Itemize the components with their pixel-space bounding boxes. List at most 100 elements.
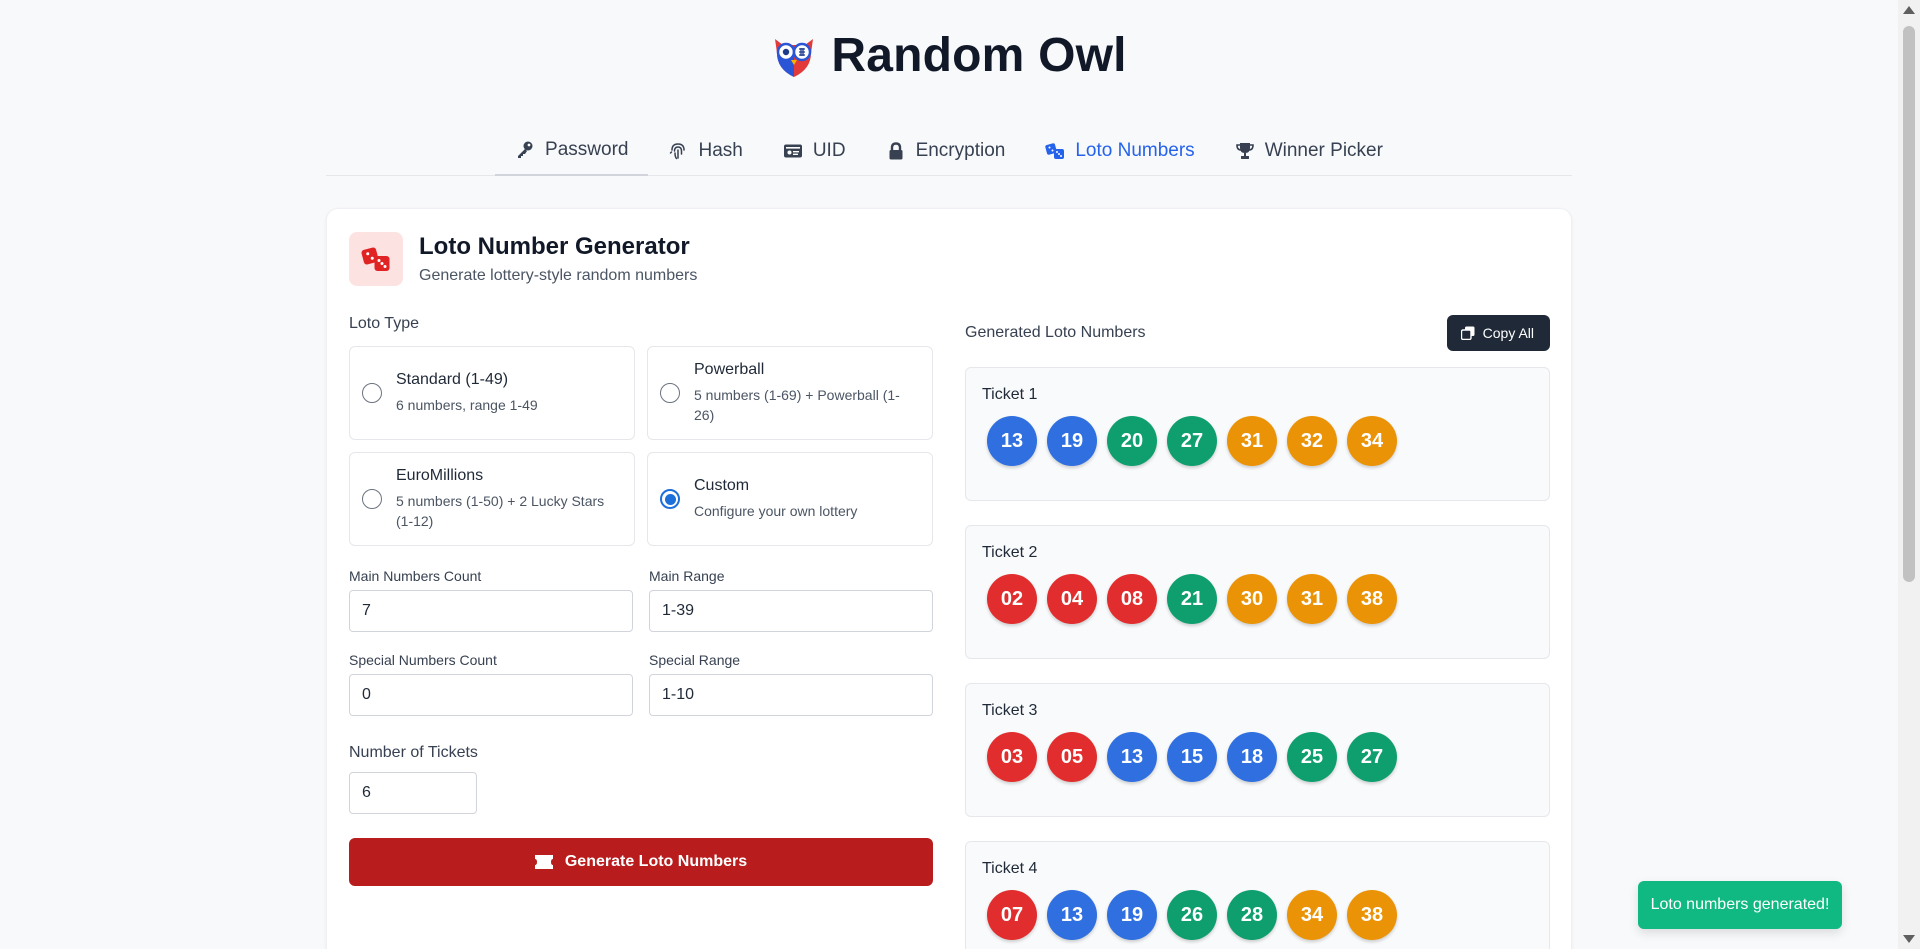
- type-name: Custom: [694, 477, 750, 494]
- number-ball: 18: [1227, 732, 1277, 782]
- ticket-title: Ticket 3: [982, 702, 1038, 719]
- number-ball: 07: [987, 890, 1037, 940]
- radio-standard[interactable]: [362, 383, 382, 403]
- radio-powerball[interactable]: [660, 383, 680, 403]
- tab-label: Hash: [698, 140, 743, 161]
- type-desc: 5 numbers (1-69) + Powerball (1-26): [694, 387, 900, 423]
- generate-button[interactable]: Generate Loto Numbers: [349, 838, 933, 886]
- success-toast: Loto numbers generated!: [1638, 881, 1842, 929]
- loto-type-standard[interactable]: Standard (1-49) 6 numbers, range 1-49: [349, 346, 635, 440]
- ticket-title: Ticket 4: [982, 860, 1038, 877]
- tickets-input[interactable]: [349, 772, 477, 814]
- tab-winner-picker[interactable]: Winner Picker: [1215, 126, 1403, 176]
- ticket-balls: 03 05 13 15 18 25 27: [982, 732, 1533, 782]
- scroll-thumb[interactable]: [1903, 26, 1915, 582]
- lock-icon: [889, 142, 903, 160]
- number-ball: 02: [987, 574, 1037, 624]
- number-ball: 19: [1107, 890, 1157, 940]
- number-ball: 27: [1347, 732, 1397, 782]
- number-ball: 34: [1287, 890, 1337, 940]
- ticket-balls: 13 19 20 27 31 32 34: [982, 416, 1533, 466]
- tab-uid[interactable]: UID: [763, 126, 866, 176]
- number-ball: 31: [1227, 416, 1277, 466]
- number-ball: 08: [1107, 574, 1157, 624]
- type-desc: Configure your own lottery: [694, 503, 858, 519]
- app-title: Random Owl: [831, 29, 1127, 82]
- radio-euromillions[interactable]: [362, 489, 382, 509]
- generate-label: Generate Loto Numbers: [564, 853, 748, 870]
- main-nav: Password Hash UID Encryption Loto Number…: [326, 126, 1572, 176]
- ticket-balls: 02 04 08 21 30 31 38: [982, 574, 1533, 624]
- id-card-icon: [783, 144, 802, 158]
- page-scrollbar[interactable]: [1898, 0, 1920, 949]
- tab-loto-numbers[interactable]: Loto Numbers: [1025, 126, 1214, 176]
- tab-label: Loto Numbers: [1075, 140, 1195, 161]
- scroll-up-icon[interactable]: [1903, 6, 1915, 14]
- tab-label: Winner Picker: [1264, 140, 1383, 161]
- tickets-list: Ticket 1 13 19 20 27 31 32 34 Ticket 2 02 04 08 21 30…: [965, 367, 1550, 949]
- number-ball: 13: [987, 416, 1037, 466]
- ticket-card: Ticket 2 02 04 08 21 30 31 38: [965, 525, 1550, 659]
- number-ball: 27: [1167, 416, 1217, 466]
- main-count-label: Main Numbers Count: [349, 568, 482, 584]
- type-desc: 5 numbers (1-50) + 2 Lucky Stars (1-12): [396, 493, 605, 529]
- app-header: Random Owl: [0, 28, 1898, 84]
- tab-label: UID: [812, 140, 846, 161]
- number-ball: 31: [1287, 574, 1337, 624]
- copy-all-button[interactable]: Copy All: [1446, 315, 1550, 351]
- number-ball: 38: [1347, 890, 1397, 940]
- key-icon: [518, 141, 533, 158]
- loto-type-powerball[interactable]: Powerball 5 numbers (1-69) + Powerball (…: [647, 346, 933, 440]
- ticket-balls: 07 13 19 26 28 34 38: [982, 890, 1533, 940]
- special-count-label: Special Numbers Count: [349, 652, 497, 668]
- loto-type-custom[interactable]: Custom Configure your own lottery: [647, 452, 933, 546]
- main-range-label: Main Range: [649, 568, 725, 584]
- number-ball: 25: [1287, 732, 1337, 782]
- number-ball: 34: [1347, 416, 1397, 466]
- card-subtitle: Generate lottery-style random numbers: [419, 267, 698, 284]
- number-ball: 03: [987, 732, 1037, 782]
- loto-type-label: Loto Type: [349, 315, 419, 332]
- number-ball: 05: [1047, 732, 1097, 782]
- number-ball: 30: [1227, 574, 1277, 624]
- results-header: Generated Loto Numbers Copy All: [965, 315, 1550, 351]
- card-header: Loto Number Generator Generate lottery-s…: [349, 232, 697, 286]
- ticket-icon: [534, 855, 553, 869]
- tab-password[interactable]: Password: [495, 126, 649, 176]
- ticket-title: Ticket 2: [982, 544, 1038, 561]
- ticket-card: Ticket 3 03 05 13 15 18 25 27: [965, 683, 1550, 817]
- tab-hash[interactable]: Hash: [648, 126, 762, 176]
- special-range-input[interactable]: [649, 674, 933, 716]
- number-ball: 13: [1047, 890, 1097, 940]
- type-name: EuroMillions: [396, 467, 484, 484]
- number-ball: 38: [1347, 574, 1397, 624]
- tickets-label: Number of Tickets: [349, 744, 478, 761]
- special-count-input[interactable]: [349, 674, 633, 716]
- settings-panel: Loto Type Standard (1-49) 6 numbers, ran…: [349, 315, 933, 886]
- number-ball: 32: [1287, 416, 1337, 466]
- loto-type-options: Standard (1-49) 6 numbers, range 1-49 Po…: [349, 346, 933, 546]
- scroll-down-icon[interactable]: [1903, 935, 1915, 943]
- results-label: Generated Loto Numbers: [965, 324, 1146, 341]
- custom-fields: Main Numbers Count Main Range Special Nu…: [349, 568, 933, 716]
- number-ball: 28: [1227, 890, 1277, 940]
- card-title: Loto Number Generator: [419, 233, 690, 260]
- radio-custom[interactable]: [660, 489, 680, 509]
- main-range-input[interactable]: [649, 590, 933, 632]
- loto-type-euromillions[interactable]: EuroMillions 5 numbers (1-50) + 2 Lucky …: [349, 452, 635, 546]
- number-ball: 19: [1047, 416, 1097, 466]
- results-panel: Generated Loto Numbers Copy All Ticket 1…: [965, 315, 1550, 949]
- brand: Random Owl: [771, 28, 1126, 83]
- ticket-card: Ticket 1 13 19 20 27 31 32 34: [965, 367, 1550, 501]
- dice-icon: [361, 247, 390, 271]
- ticket-card: Ticket 4 07 13 19 26 28 34 38: [965, 841, 1550, 949]
- tab-encryption[interactable]: Encryption: [866, 126, 1026, 176]
- number-ball: 15: [1167, 732, 1217, 782]
- number-ball: 21: [1167, 574, 1217, 624]
- type-name: Powerball: [694, 361, 765, 378]
- copy-all-label: Copy All: [1482, 325, 1534, 341]
- fingerprint-icon: [670, 143, 686, 160]
- trophy-icon: [1235, 143, 1254, 159]
- main-count-input[interactable]: [349, 590, 633, 632]
- ticket-title: Ticket 1: [982, 386, 1038, 403]
